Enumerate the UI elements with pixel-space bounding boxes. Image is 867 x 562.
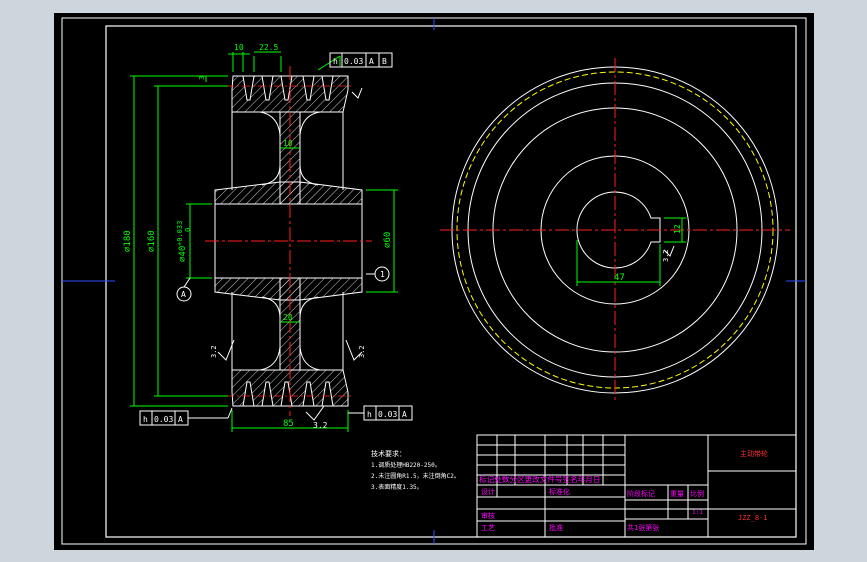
tech-heading: 技术要求：	[371, 449, 406, 458]
tech-line-1: 1.调质处理HB220-250。	[371, 461, 441, 469]
tb-review: 审核	[481, 511, 495, 520]
tb-design: 设计	[481, 487, 495, 496]
tb-craft: 工艺	[481, 524, 495, 532]
gdt-left-ref: A	[178, 415, 183, 424]
dim-top-22-5: 22.5	[259, 43, 278, 52]
tb-sheets: 共1张第张	[627, 523, 659, 532]
tech-line-3: 3.表面精度1.35。	[371, 483, 423, 491]
gdt-top-ref2: B	[382, 57, 387, 66]
gdt-left-sym: h	[143, 415, 148, 424]
tb-standard: 标准化	[549, 487, 570, 496]
tb-row-labels: 标记处数分区更改文件号签名年月日	[479, 474, 601, 484]
datum-a-label: A	[181, 290, 186, 299]
ra-bottom: 3.2	[313, 421, 328, 430]
tech-line-2: 2.未注圆角R1.5，未注倒角C2。	[371, 472, 460, 480]
drawing-canvas: ⌀180 ⌀160 ⌀40 +0.033 0 ⌀60 85 10 22.5 10…	[54, 13, 814, 550]
dim-ra-top: 3	[198, 76, 206, 80]
dim-rib-20: 20	[283, 313, 293, 322]
dim-width: 85	[283, 419, 294, 429]
gdt-right-sym: h	[367, 410, 372, 419]
tb-part-name: 主动带轮	[740, 449, 768, 458]
dim-bore-tol: +0.033	[176, 221, 184, 246]
dim-bore: ⌀40	[178, 246, 188, 262]
tb-scale: 比例	[690, 489, 704, 498]
ra-key: 3.2	[662, 249, 670, 262]
gdt-right-ref: A	[402, 410, 407, 419]
gdt-top-sym: h	[333, 57, 338, 66]
dim-rib-10: 10	[283, 139, 293, 148]
gdt-top-ref1: A	[369, 57, 374, 66]
tb-scale-value: 1:1	[692, 509, 703, 516]
gdt-left-val: 0.03	[154, 415, 173, 424]
tb-stage: 阶段标记	[627, 489, 655, 498]
ra-left: 3.2	[210, 345, 218, 358]
tb-weight: 重量	[670, 490, 684, 498]
tb-drawing-no: JZZ_8-1	[738, 514, 768, 522]
sheet-background	[54, 13, 814, 550]
dim-hub: ⌀60	[383, 232, 393, 248]
dim-key-12: 12	[673, 224, 682, 234]
ra-right: 3.2	[358, 345, 366, 358]
dim-od: ⌀180	[123, 230, 133, 252]
dim-pd: ⌀160	[147, 230, 157, 252]
dim-key-47: 47	[614, 273, 625, 283]
dim-bore-tol-low: 0	[184, 228, 192, 232]
dim-top-10: 10	[234, 43, 244, 52]
gdt-right-val: 0.03	[378, 410, 397, 419]
cad-viewport: ⌀180 ⌀160 ⌀40 +0.033 0 ⌀60 85 10 22.5 10…	[0, 0, 867, 562]
gdt-top-val: 0.03	[344, 57, 363, 66]
tb-approve: 批准	[549, 523, 563, 532]
datum-1-label: 1	[380, 270, 385, 279]
